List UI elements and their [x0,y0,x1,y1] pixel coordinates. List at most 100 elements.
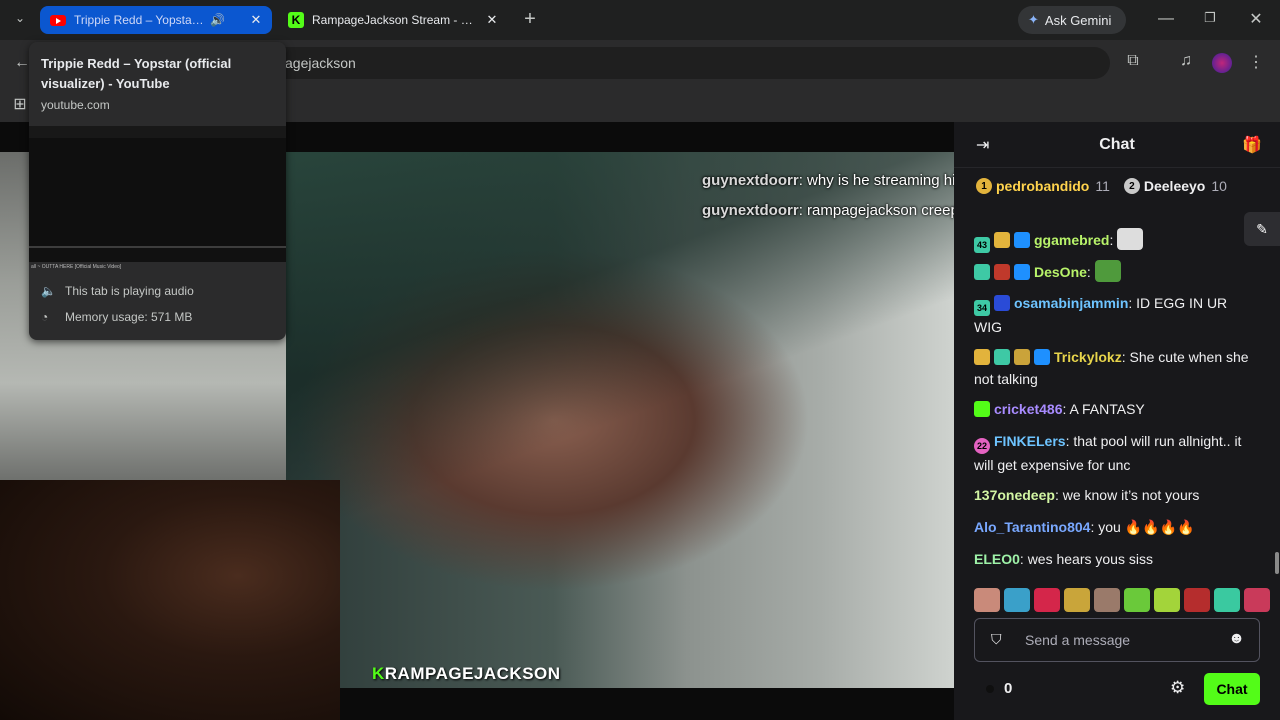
chat-message: ELEO0: wes hears yous siss [974,551,1153,567]
rank-badge: 2 [1123,178,1140,194]
gifter-name[interactable]: pedrobandido [996,178,1089,194]
restore-icon[interactable]: ❐ [1200,10,1220,26]
hover-card-title: Trippie Redd – Yopstar (official visuali… [41,56,232,91]
close-window-icon[interactable]: ✕ [1246,9,1266,29]
menu-icon[interactable]: ⋮ [1246,52,1266,72]
youtube-favicon-icon [50,14,66,26]
gold-badge [1014,349,1030,365]
overlay-chat-line: guynextdoorr: rampagejackson creeping on… [702,202,954,219]
chat-username[interactable]: Alo_Tarantino804 [974,519,1090,535]
chat-message-input[interactable]: ⛉ Send a message ☻ [974,618,1260,662]
chat-username[interactable]: 137onedeep [974,487,1055,503]
emote-icon[interactable] [1004,588,1030,612]
speaker-icon: 🔈 [41,284,56,298]
ask-gemini-button[interactable]: ✦ Ask Gemini [1018,6,1126,34]
close-icon[interactable]: ✕ [484,12,500,28]
emote-icon[interactable] [1214,588,1240,612]
extensions-icon[interactable]: ⧉ [1122,52,1144,70]
sub-badge: 22 [974,438,990,454]
emote-icon[interactable] [1034,588,1060,612]
og-badge [1034,349,1050,365]
chat-message: cricket486: A FANTASY [974,398,1258,420]
chat-username[interactable]: FINKELers [994,433,1066,449]
stream-watermark: KRAMPAGEJACKSON [372,664,561,683]
chat-username[interactable]: Trickylokz [1054,349,1122,365]
new-tab-button[interactable]: + [520,8,540,31]
ask-gemini-label: Ask Gemini [1044,12,1112,28]
emote-icon[interactable] [1124,588,1150,612]
send-chat-button[interactable]: Chat [1204,673,1260,705]
chat-username[interactable]: DesOne [1034,264,1087,280]
video-frame [286,152,954,688]
viewer-icon [986,685,994,693]
chat-message: 137onedeep: we know it’s not yours [974,487,1200,503]
top-gifters: 1 pedrobandido 11 2 Deeleeyo 10 [976,178,1241,194]
webcam-overlay [0,480,340,720]
green-badge [974,401,990,417]
pepe-emote-icon [1094,260,1121,282]
gifter-count: 11 [1095,178,1110,194]
scrollbar[interactable] [1275,552,1279,574]
og-badge [1014,232,1030,248]
tab-hover-card: Trippie Redd – Yopstar (official visuali… [29,42,286,340]
sub-badge: 34 [974,300,990,316]
tab-title: RampageJackson Stream - Watch Live on Ki… [312,13,478,27]
shield-icon[interactable]: ⛉ [991,631,1002,648]
chat-message: 22 FINKELers: that pool will run allnight… [974,433,1242,473]
url-text[interactable]: agejackson [285,55,356,71]
crown-badge [994,232,1010,248]
tab-youtube[interactable]: Trippie Redd – Yopstar (official visuali… [40,6,272,34]
og-badge [974,264,990,280]
tab-kick[interactable]: K RampageJackson Stream - Watch Live on … [280,6,508,34]
media-control-icon[interactable]: ♫ [1175,52,1197,70]
kick-favicon-icon: K [288,12,304,28]
profile-avatar[interactable] [1212,53,1232,73]
apps-grid-icon[interactable]: ⊞ [10,94,30,114]
emote-icon[interactable] [1094,588,1120,612]
rank-badge: 1 [976,178,992,194]
emote-icon[interactable] [1244,588,1270,612]
tab-strip: ⌄ Trippie Redd – Yopstar (official visua… [0,0,1280,40]
chat-username[interactable]: ggamebred [1034,232,1109,248]
gear-icon[interactable]: ⚙ [1170,678,1185,698]
chat-header: ⇥ Chat 🎁 [954,122,1280,168]
chat-username[interactable]: ELEO0 [974,551,1020,567]
emote-icon[interactable] [974,588,1000,612]
sub-badge: 43 [974,237,990,253]
chat-message: 34 osamabinjammin: ID EGG IN UR WIG [974,295,1228,335]
preview-caption: all ~ OUTTA HERE [Official Music Video] [31,264,122,270]
viewer-count: 0 [1004,680,1013,697]
emoji-picker-icon[interactable]: ☻ [1228,630,1245,648]
tab-title: Trippie Redd – Yopstar (official visuali… [74,13,204,27]
memory-usage-row: ◔ Memory usage: 571 MB [41,310,193,324]
hover-card-domain: youtube.com [41,98,110,112]
tab-search-icon[interactable]: ⌄ [10,11,30,25]
chat-panel: ⇥ Chat 🎁 1 pedrobandido 11 2 Deeleeyo 10… [954,122,1280,720]
og-badge [1014,264,1030,280]
crown-badge [974,349,990,365]
gemini-icon: ✦ [1028,12,1039,27]
chat-input-placeholder: Send a message [1025,632,1131,648]
audio-status-row: 🔈 This tab is playing audio [41,284,194,298]
speaker-icon[interactable]: 🔊 [210,13,225,27]
chat-username[interactable]: osamabinjammin [1014,295,1128,311]
gifter-count: 10 [1211,178,1227,194]
memory-gauge-icon: ◔ [41,310,49,324]
emote-icon[interactable] [1154,588,1180,612]
gifter-name[interactable]: Deeleeyo [1144,178,1205,194]
chat-message: 43 ggamebred: [974,228,1258,253]
rose-badge [994,264,1010,280]
chat-username[interactable]: cricket486 [994,401,1063,417]
close-icon[interactable]: ✕ [248,12,264,28]
emote-quick-bar [974,588,1270,614]
gift-icon[interactable]: 🎁 [1242,135,1262,155]
overlay-chat-line: guynextdoorr: why is he streaming his da… [702,172,954,189]
vip-badge [994,295,1010,311]
emote-icon[interactable] [1184,588,1210,612]
pin-icon[interactable]: ✎ [1244,212,1280,246]
chat-message: Trickylokz: She cute when she not talkin… [974,349,1249,387]
minimize-icon[interactable]: — [1156,10,1176,28]
preview-controls [29,246,286,262]
emote-icon[interactable] [1064,588,1090,612]
chat-message: DesOne: [974,260,1258,283]
